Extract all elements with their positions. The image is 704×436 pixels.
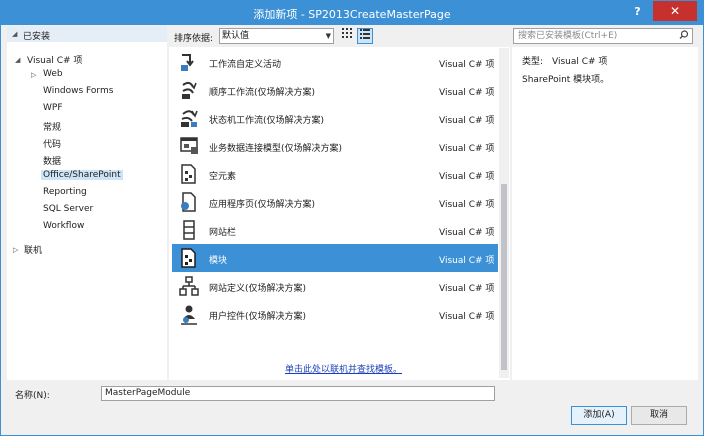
template-name: 状态机工作流(仅场解决方案) <box>209 116 325 126</box>
module-icon <box>181 248 196 268</box>
tree-node-windows-forms[interactable]: Windows Forms <box>43 86 113 96</box>
template-name: 网站定义(仅场解决方案) <box>209 284 307 294</box>
template-language: Visual C# 项 <box>439 200 495 210</box>
scrollbar-thumb[interactable] <box>501 184 507 370</box>
cancel-button[interactable]: 取消 <box>631 406 687 425</box>
tree-node-online[interactable]: 联机 <box>24 243 42 256</box>
template-language: Visual C# 项 <box>439 144 495 154</box>
site-definition-icon <box>179 276 199 296</box>
details-pane: 类型: Visual C# 项 SharePoint 模块项。 <box>512 47 698 380</box>
tree-node-office-sharepoint[interactable]: Office/SharePoint <box>41 170 123 180</box>
expand-right-icon: ▷ <box>13 246 19 254</box>
tree-node-reporting[interactable]: Reporting <box>43 187 87 197</box>
category-tree: ◢ 已安装 ◢ Visual C# 项 ▷ Web Windows Forms … <box>7 26 167 380</box>
template-name: 模块 <box>209 256 228 266</box>
expand-down-icon: ◢ <box>12 30 18 38</box>
list-item[interactable]: 顺序工作流(仅场解决方案) Visual C# 项 <box>172 76 498 104</box>
list-item[interactable]: 业务数据连接模型(仅场解决方案) Visual C# 项 <box>172 132 498 160</box>
installed-label: 已安装 <box>23 32 51 42</box>
template-name: 空元素 <box>209 172 237 182</box>
search-input[interactable]: 搜索已安装模板(Ctrl+E) <box>513 28 693 44</box>
template-name: 用户控件(仅场解决方案) <box>209 312 307 322</box>
tree-node-web[interactable]: Web <box>43 69 63 79</box>
template-language: Visual C# 项 <box>439 228 495 238</box>
template-name: 网站栏 <box>209 228 237 238</box>
site-column-icon <box>183 220 195 240</box>
list-item[interactable]: 状态机工作流(仅场解决方案) Visual C# 项 <box>172 104 498 132</box>
expand-down-icon: ◢ <box>15 56 21 64</box>
template-language: Visual C# 项 <box>439 116 495 126</box>
installed-header[interactable]: ◢ 已安装 <box>7 26 167 42</box>
list-item-selected[interactable]: 模块 Visual C# 项 <box>172 244 498 272</box>
search-placeholder: 搜索已安装模板(Ctrl+E) <box>518 31 618 41</box>
template-description: SharePoint 模块项。 <box>522 75 610 85</box>
application-page-icon <box>181 192 196 212</box>
state-machine-workflow-icon <box>181 110 198 127</box>
list-item[interactable]: 用户控件(仅场解决方案) Visual C# 项 <box>172 300 498 328</box>
type-label: 类型: <box>522 57 544 67</box>
sort-select[interactable]: 默认值 ▼ <box>219 28 334 44</box>
template-name: 业务数据连接模型(仅场解决方案) <box>209 144 343 154</box>
template-language: Visual C# 项 <box>439 312 495 322</box>
workflow-activity-icon <box>181 54 194 71</box>
window-title: 添加新项 - SP2013CreateMasterPage <box>253 8 451 21</box>
name-label: 名称(N): <box>15 391 50 401</box>
sequential-workflow-icon <box>182 81 197 99</box>
type-value: Visual C# 项 <box>552 57 608 67</box>
template-name: 工作流自定义活动 <box>209 60 282 70</box>
grid-view-icon <box>342 28 352 38</box>
template-language: Visual C# 项 <box>439 60 495 70</box>
list-view-icon <box>360 29 370 39</box>
tree-node-workflow[interactable]: Workflow <box>43 221 84 231</box>
tree-node-data[interactable]: 数据 <box>43 154 61 167</box>
sort-label: 排序依据: <box>174 34 214 44</box>
tree-node-sql-server[interactable]: SQL Server <box>43 204 93 214</box>
template-language: Visual C# 项 <box>439 172 495 182</box>
sort-value: 默认值 <box>222 31 250 41</box>
tree-node-wpf[interactable]: WPF <box>43 103 63 113</box>
title-bar: 添加新项 - SP2013CreateMasterPage ? ✕ <box>1 1 703 25</box>
user-control-icon <box>181 305 197 325</box>
empty-element-icon <box>181 164 196 184</box>
add-new-item-dialog: 添加新项 - SP2013CreateMasterPage ? ✕ ◢ 已安装 … <box>0 0 704 436</box>
list-scrollbar[interactable] <box>499 48 509 378</box>
business-data-model-icon <box>180 137 198 154</box>
name-input[interactable]: MasterPageModule <box>101 386 495 401</box>
tree-node-code[interactable]: 代码 <box>43 137 61 150</box>
help-button[interactable]: ? <box>624 1 651 21</box>
online-templates-link[interactable]: 单击此处以联机并查找模板。 <box>285 362 402 375</box>
template-name: 应用程序页(仅场解决方案) <box>209 200 316 210</box>
template-language: Visual C# 项 <box>439 88 495 98</box>
list-item[interactable]: 网站定义(仅场解决方案) Visual C# 项 <box>172 272 498 300</box>
list-item[interactable]: 空元素 Visual C# 项 <box>172 160 498 188</box>
list-item[interactable]: 网站栏 Visual C# 项 <box>172 216 498 244</box>
list-item[interactable]: 应用程序页(仅场解决方案) Visual C# 项 <box>172 188 498 216</box>
close-button[interactable]: ✕ <box>653 1 697 21</box>
tree-node-general[interactable]: 常规 <box>43 120 61 133</box>
tree-node-visual-csharp[interactable]: Visual C# 项 <box>27 53 82 66</box>
list-view-button[interactable] <box>357 28 373 44</box>
template-list: 工作流自定义活动 Visual C# 项 顺序工作流(仅场解决方案) Visua… <box>169 47 510 380</box>
search-icon[interactable] <box>679 28 689 47</box>
template-name: 顺序工作流(仅场解决方案) <box>209 88 316 98</box>
small-icons-view-button[interactable] <box>339 28 355 44</box>
chevron-down-icon: ▼ <box>325 32 331 40</box>
expand-right-icon: ▷ <box>31 71 37 79</box>
template-language: Visual C# 项 <box>439 284 495 294</box>
add-button[interactable]: 添加(A) <box>571 406 627 425</box>
list-item[interactable]: 工作流自定义活动 Visual C# 项 <box>172 48 498 76</box>
template-language: Visual C# 项 <box>439 256 495 266</box>
